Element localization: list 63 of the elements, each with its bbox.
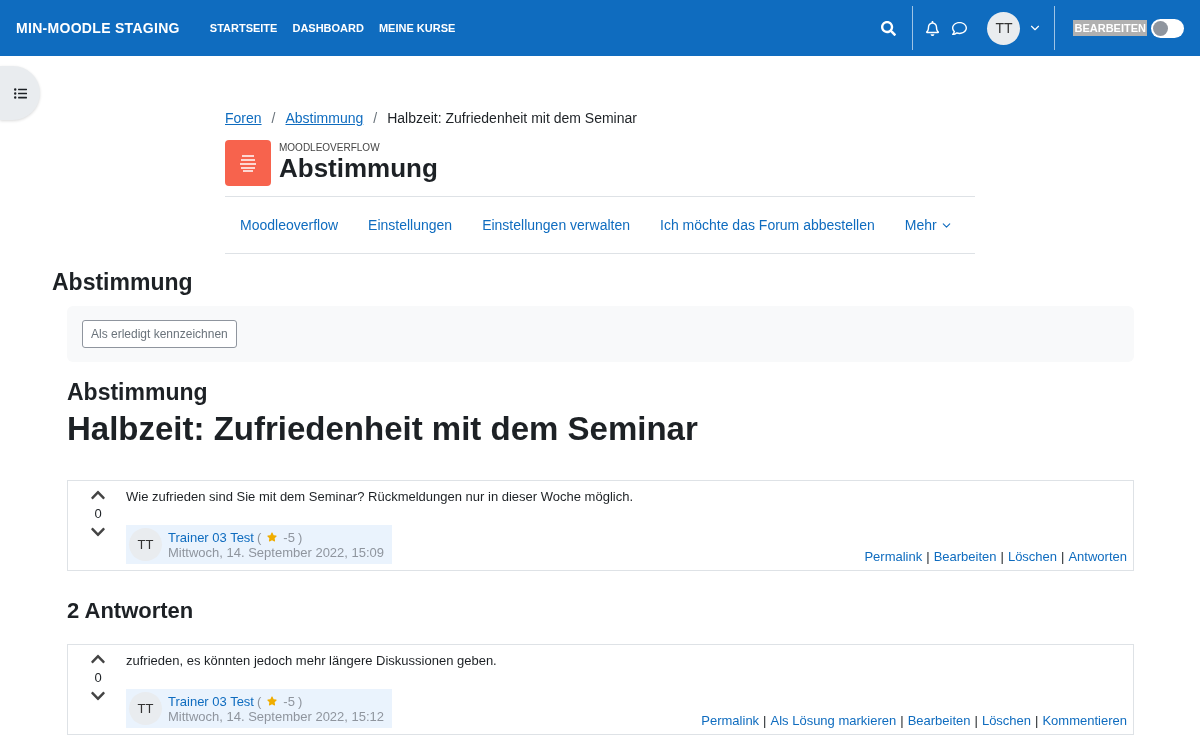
- action-link[interactable]: Bearbeiten: [907, 713, 971, 728]
- action-link[interactable]: Antworten: [1068, 549, 1127, 564]
- breadcrumb-link[interactable]: Abstimmung: [285, 110, 364, 126]
- separator: |: [763, 713, 767, 728]
- secondary-nav-link[interactable]: Moodleoverflow: [240, 217, 339, 233]
- post-date: Mittwoch, 14. September 2022, 15:12: [168, 708, 385, 724]
- bracket: (: [257, 529, 262, 545]
- separator: |: [1035, 713, 1039, 728]
- secondary-nav-link[interactable]: Einstellungen verwalten: [482, 217, 630, 233]
- nav-link[interactable]: STARTSEITE: [209, 22, 278, 34]
- action-link[interactable]: Permalink: [864, 549, 923, 564]
- secondary-nav-link[interactable]: Ich möchte das Forum abbestellen: [660, 217, 875, 233]
- breadcrumb-separator: /: [271, 110, 276, 126]
- breadcrumb-current: Halbzeit: Zufriedenheit mit dem Seminar: [387, 110, 637, 126]
- author-avatar: TT: [129, 692, 162, 725]
- star-icon: [267, 696, 278, 706]
- action-link[interactable]: Als Lösung markieren: [770, 713, 897, 728]
- action-link[interactable]: Löschen: [1007, 549, 1058, 564]
- bracket: ): [297, 529, 303, 545]
- chat-icon[interactable]: [952, 20, 968, 36]
- activity-title: Abstimmung: [279, 153, 438, 184]
- site-brand[interactable]: MIN-MOODLE STAGING: [16, 20, 180, 36]
- action-link[interactable]: Permalink: [701, 713, 760, 728]
- nav-link[interactable]: MEINE KURSE: [378, 22, 456, 34]
- reputation: -5: [283, 693, 295, 709]
- bracket: ): [297, 693, 303, 709]
- bracket: (: [257, 693, 262, 709]
- forum-heading: Abstimmung: [67, 379, 209, 406]
- mark-done-button[interactable]: Als erledigt kennzeichnen: [82, 320, 237, 348]
- breadcrumb-separator: /: [373, 110, 378, 126]
- user-avatar[interactable]: TT: [987, 11, 1021, 45]
- edit-mode-toggle[interactable]: [1151, 18, 1184, 38]
- post-date: Mittwoch, 14. September 2022, 15:09: [168, 544, 385, 560]
- forum-icon: [225, 140, 271, 186]
- discussion-title: Halbzeit: Zufriedenheit mit dem Seminar: [67, 410, 699, 448]
- vote-count: 0: [94, 670, 102, 685]
- edit-mode-label: BEARBEITEN: [1073, 20, 1147, 36]
- vote-count: 0: [94, 506, 102, 521]
- star-icon: [267, 532, 278, 542]
- separator: |: [974, 713, 978, 728]
- separator: |: [900, 713, 904, 728]
- reputation: -5: [283, 529, 295, 545]
- author-avatar: TT: [129, 528, 162, 561]
- page-heading: Abstimmung: [52, 269, 194, 296]
- breadcrumb-link[interactable]: Foren: [225, 110, 262, 126]
- secondary-nav-link[interactable]: Mehr: [904, 217, 953, 233]
- post-text: Wie zufrieden sind Sie mit dem Seminar? Rückmeldungen nur in dieser Woche möglich.: [126, 489, 634, 504]
- search-icon[interactable]: [881, 20, 897, 36]
- action-link[interactable]: Kommentieren: [1042, 713, 1127, 728]
- author-link[interactable]: Trainer 03 Test: [168, 529, 254, 545]
- list-icon[interactable]: [0, 66, 40, 120]
- separator: |: [1061, 549, 1065, 564]
- activity-type: MOODLEOVERFLOW: [279, 142, 381, 153]
- action-link[interactable]: Löschen: [981, 713, 1032, 728]
- secondary-nav-link[interactable]: Einstellungen: [368, 217, 453, 233]
- nav-link[interactable]: DASHBOARD: [292, 22, 364, 34]
- post-text: zufrieden, es könnten jedoch mehr längere Diskussionen geben.: [126, 653, 498, 668]
- separator: |: [1000, 549, 1004, 564]
- action-link[interactable]: Bearbeiten: [933, 549, 997, 564]
- answers-heading: 2 Antworten: [67, 598, 195, 624]
- author-link[interactable]: Trainer 03 Test: [168, 693, 254, 709]
- separator: |: [926, 549, 930, 564]
- bell-icon[interactable]: [925, 20, 941, 36]
